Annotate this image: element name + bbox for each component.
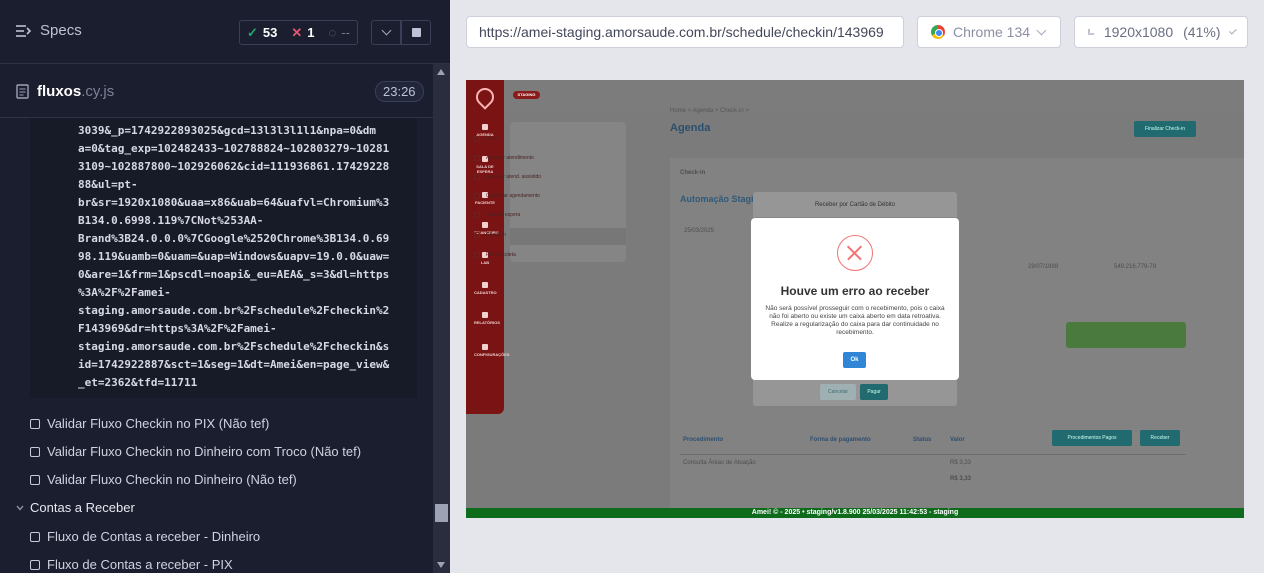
test-item[interactable]: Validar Fluxo Checkin no Dinheiro com Tr… bbox=[30, 444, 361, 459]
app-footer: Amei! © - 2025 • staging/v1.8.900 25/03/… bbox=[466, 508, 1244, 518]
pending-count: ◌ -- bbox=[328, 25, 350, 40]
cypress-runner: Specs ✓ 53 ✕ 1 ◌ -- fluxos.cy.js 23:26 3039… bbox=[0, 0, 1264, 573]
total-cell: R$ 3,33 bbox=[950, 476, 972, 482]
chevron-down-icon bbox=[1036, 25, 1047, 35]
browser-selector[interactable]: Chrome 134 bbox=[917, 16, 1061, 48]
reporter-panel: Specs ✓ 53 ✕ 1 ◌ -- fluxos.cy.js 23:26 3039… bbox=[0, 0, 450, 573]
menu-item[interactable]: Agendar atendimento bbox=[474, 155, 534, 161]
checkbox-icon bbox=[30, 418, 40, 429]
specs-label: Specs bbox=[40, 22, 82, 39]
menu-item[interactable]: Agendar atend. assistido bbox=[474, 174, 541, 180]
reporter-scrollbar[interactable] bbox=[433, 64, 450, 573]
suite-contas-a-receber[interactable]: Contas a Receber bbox=[16, 500, 135, 515]
check-icon bbox=[474, 193, 480, 199]
cancel-button[interactable]: Cancelar bbox=[820, 384, 856, 400]
breadcrumb: Home > Agenda > Check-in > bbox=[670, 108, 749, 114]
chevron-down-icon bbox=[1228, 26, 1236, 34]
chevron-down-icon bbox=[381, 25, 391, 36]
run-duration: 23:26 bbox=[375, 81, 424, 102]
cross-icon: ✕ bbox=[291, 24, 303, 40]
menu-item[interactable]: Menu bbox=[474, 136, 499, 142]
test-item[interactable]: Validar Fluxo Checkin no PIX (Não tef) bbox=[30, 416, 269, 431]
menu-item[interactable]: Lista de espera bbox=[474, 212, 520, 218]
heart-logo-icon bbox=[472, 84, 498, 110]
side-item-configuracoes[interactable]: CONFIGURAÇÕES bbox=[474, 344, 510, 357]
error-x-icon bbox=[837, 235, 873, 271]
patient-name: Automação Staging bbox=[680, 194, 765, 204]
log-text: 3039&_p=1742922893025&gcd=13l3l3l1l1&npa… bbox=[78, 124, 390, 389]
url-bar[interactable]: https://amei-staging.amorsaude.com.br/sc… bbox=[466, 16, 904, 48]
test-item[interactable]: Fluxo de Contas a receber - PIX bbox=[30, 557, 233, 572]
menu-item[interactable]: Fila de coleta bbox=[474, 252, 516, 258]
passed-count: ✓ 53 bbox=[247, 24, 278, 41]
chrome-icon bbox=[931, 25, 945, 39]
scroll-up-icon[interactable] bbox=[437, 69, 445, 75]
app-under-test: STAGING AGENDA SALA DE ESPERA PACIENTE F… bbox=[466, 80, 1244, 518]
spec-file-ext: .cy.js bbox=[81, 83, 115, 100]
person-icon bbox=[474, 232, 480, 238]
calendar-icon bbox=[474, 155, 480, 161]
page-title: Agenda bbox=[670, 122, 711, 134]
viewport-selector[interactable]: 1920x1080 (41%) bbox=[1074, 16, 1248, 48]
specs-list-icon bbox=[16, 24, 32, 37]
chevron-down-icon bbox=[16, 505, 24, 511]
menu-icon bbox=[474, 136, 480, 142]
ok-button[interactable]: Ok bbox=[843, 352, 866, 368]
checkbox-icon bbox=[30, 531, 40, 542]
menu-selected-row bbox=[510, 228, 626, 245]
cashbox-card bbox=[1066, 322, 1186, 348]
app-header bbox=[466, 80, 1244, 112]
checkbox-icon bbox=[30, 446, 40, 457]
test-item[interactable]: Fluxo de Contas a receber - Dinheiro bbox=[30, 529, 260, 544]
birth-field[interactable]: 29/07/1988 bbox=[1028, 264, 1058, 270]
list-icon bbox=[474, 252, 480, 258]
spec-file-title[interactable]: fluxos.cy.js bbox=[16, 83, 114, 100]
app-sidebar: AGENDA SALA DE ESPERA PACIENTE FINANCEIR… bbox=[466, 80, 510, 414]
col-forma-pagamento: Forma de pagamento bbox=[810, 437, 871, 443]
ruler-icon bbox=[1088, 29, 1094, 35]
reporter-header: Specs ✓ 53 ✕ 1 ◌ -- bbox=[0, 0, 450, 64]
value-cell: R$ 3,33 bbox=[950, 460, 972, 466]
paid-procedures-button[interactable]: Procedimentos Pagos bbox=[1052, 430, 1132, 446]
menu-item[interactable]: Check-in bbox=[474, 232, 506, 238]
col-valor: Valor bbox=[950, 437, 965, 443]
side-item-cadastro[interactable]: CADASTRO bbox=[474, 282, 497, 295]
test-item[interactable]: Validar Fluxo Checkin no Dinheiro (Não t… bbox=[30, 472, 297, 487]
error-dialog: Houve um erro ao receber Não será possív… bbox=[751, 218, 959, 380]
env-badge: STAGING bbox=[513, 91, 540, 99]
error-title: Houve um erro ao receber bbox=[780, 284, 930, 298]
specs-toggle-button[interactable]: Specs bbox=[16, 22, 82, 39]
procedure-cell: Consulta Áreas de Atuação bbox=[683, 460, 756, 466]
pay-button[interactable]: Pagar bbox=[860, 384, 888, 400]
spec-file-header: fluxos.cy.js 23:26 bbox=[0, 64, 433, 118]
scroll-thumb[interactable] bbox=[435, 504, 448, 522]
spinner-icon: ◌ bbox=[328, 25, 337, 40]
command-log-detail: 3039&_p=1742922893025&gcd=13l3l3l1l1&npa… bbox=[30, 118, 417, 398]
col-procedimento: Procedimento bbox=[683, 437, 724, 443]
receive-button[interactable]: Receber bbox=[1140, 430, 1180, 446]
chevron-down-button[interactable] bbox=[371, 20, 401, 45]
file-icon bbox=[16, 84, 29, 99]
menu-item[interactable]: Confirmar agendamento bbox=[474, 193, 540, 199]
check-icon: ✓ bbox=[247, 24, 258, 40]
col-status: Status bbox=[913, 437, 932, 443]
clock-icon bbox=[474, 212, 480, 218]
date-field[interactable]: 25/03/2025 bbox=[684, 228, 714, 234]
finalize-checkin-button[interactable]: Finalizar Check-in bbox=[1134, 121, 1196, 137]
stop-button[interactable] bbox=[401, 20, 431, 45]
failed-count: ✕ 1 bbox=[291, 24, 315, 41]
cpf-field[interactable]: 549.216.779-79 bbox=[1114, 264, 1156, 270]
table-divider bbox=[680, 454, 1186, 455]
checkbox-icon bbox=[30, 559, 40, 570]
user-icon bbox=[474, 174, 480, 180]
checkin-label: Check-in bbox=[680, 170, 706, 176]
test-stats: ✓ 53 ✕ 1 ◌ -- bbox=[239, 20, 358, 45]
debit-modal-title: Receber por Cartão de Débito bbox=[753, 192, 957, 218]
side-item-relatorios[interactable]: RELATÓRIOS bbox=[474, 312, 500, 325]
stop-icon bbox=[411, 28, 421, 37]
spec-file-name: fluxos bbox=[37, 83, 82, 100]
error-message: Não será possível prosseguir com o receb… bbox=[765, 305, 945, 336]
checkbox-icon bbox=[30, 474, 40, 485]
scroll-down-icon[interactable] bbox=[437, 562, 445, 568]
